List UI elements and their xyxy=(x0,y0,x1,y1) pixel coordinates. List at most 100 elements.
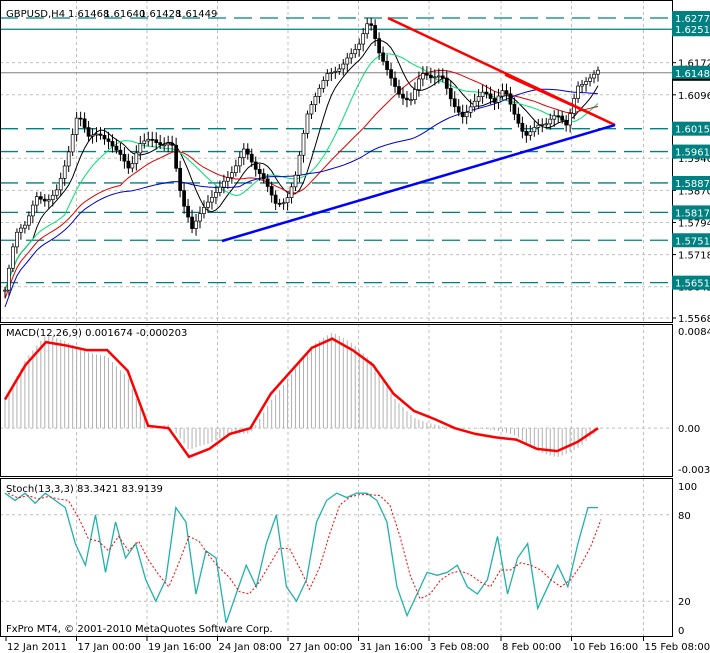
candle-body xyxy=(11,246,15,269)
candle-body xyxy=(82,118,87,128)
candle-body xyxy=(592,73,596,79)
candle-body xyxy=(309,104,314,115)
candle-body xyxy=(94,133,99,136)
candle-body xyxy=(349,53,354,59)
ma-red-line xyxy=(4,69,599,299)
candle-body xyxy=(194,220,198,229)
candle-body xyxy=(190,216,194,229)
candle-body xyxy=(178,167,182,191)
candle-body xyxy=(393,77,397,87)
candle-body xyxy=(281,202,286,205)
candle-body xyxy=(353,49,358,55)
candle-body xyxy=(146,138,151,142)
candle-body xyxy=(405,97,409,101)
chart-header-close: 1.61449 xyxy=(176,9,217,20)
candle-body xyxy=(15,231,19,248)
level-label: 1.57519 xyxy=(675,236,710,247)
candle-body xyxy=(50,194,55,200)
candle-body xyxy=(377,38,381,54)
candle-body xyxy=(305,113,310,134)
candle-body xyxy=(249,153,254,163)
level-label: 1.58178 xyxy=(675,208,710,219)
candle-body xyxy=(385,60,389,70)
candle-body xyxy=(202,207,206,214)
price-label: 1.60960 xyxy=(678,91,710,102)
candle-body xyxy=(70,134,75,153)
candle-body xyxy=(54,189,59,196)
candle-body xyxy=(19,227,23,233)
candle-body xyxy=(520,122,525,132)
time-label: 10 Feb 16:00 xyxy=(573,642,639,653)
candle-body xyxy=(31,204,35,217)
chart-canvas[interactable]: 12 Jan 2011 17 Jan 00:00 19 Jan 16:00 24 Ja… xyxy=(0,0,710,653)
candle-body xyxy=(596,69,600,75)
chart-window[interactable]: 12 Jan 2011 17 Jan 00:00 19 Jan 16:00 24 Ja… xyxy=(0,0,710,653)
candle-body xyxy=(345,57,350,65)
candle-body xyxy=(23,224,27,229)
candle-body xyxy=(496,95,501,103)
macd-signal-line xyxy=(3,337,599,459)
candle-body xyxy=(504,90,509,95)
candle-body xyxy=(548,118,553,125)
candle-body xyxy=(544,123,549,126)
candle-body xyxy=(381,52,385,62)
stoch-axis-label: 0 xyxy=(678,626,684,637)
candle-body xyxy=(218,186,222,193)
candle-body xyxy=(230,172,234,178)
candle-body xyxy=(114,145,119,151)
candle-body xyxy=(484,91,489,95)
price-label: 1.55680 xyxy=(678,314,710,325)
candle-body xyxy=(198,213,202,222)
copyright-text: FxPro MT4, © 2001-2010 MetaQuotes Softwa… xyxy=(6,624,273,635)
candle-body xyxy=(78,117,83,120)
price-label: 1.57180 xyxy=(678,251,710,262)
candle-body xyxy=(413,89,417,100)
price-label: 1.57940 xyxy=(678,218,710,229)
stoch-axis-label: 80 xyxy=(678,511,691,522)
candle-body xyxy=(222,180,226,188)
candle-body xyxy=(142,140,147,144)
time-label: 24 Jan 08:00 xyxy=(219,642,282,653)
candle-body xyxy=(584,81,588,85)
candle-body xyxy=(3,289,7,292)
candle-body xyxy=(560,115,565,121)
time-label: 19 Jan 16:00 xyxy=(148,642,211,653)
candle-body xyxy=(289,186,294,198)
candle-body xyxy=(512,103,517,115)
macd-panel-frame xyxy=(0,324,673,477)
candle-body xyxy=(166,142,171,146)
candle-body xyxy=(476,96,481,102)
candle-body xyxy=(138,143,143,154)
candle-body xyxy=(365,23,370,35)
candle-body xyxy=(241,148,246,158)
candle-body xyxy=(552,115,557,120)
candle-body xyxy=(313,96,318,105)
candle-body xyxy=(532,127,537,133)
ma-blue-line xyxy=(4,88,599,308)
candle-body xyxy=(158,142,163,146)
candle-body xyxy=(277,202,282,205)
candle-body xyxy=(237,157,242,167)
candle-body xyxy=(576,85,580,99)
time-label: 15 Feb 08:00 xyxy=(645,642,710,653)
candle-body xyxy=(425,73,429,76)
candle-body xyxy=(432,76,437,79)
level-label: 1.60159 xyxy=(675,125,710,136)
candle-body xyxy=(508,93,513,105)
candle-body xyxy=(468,106,473,113)
candle-body xyxy=(42,198,47,202)
candle-body xyxy=(66,151,71,167)
chart-header-symbol: GBPUSD,H4 xyxy=(6,9,65,20)
macd-axis-label: 0.00 xyxy=(678,424,700,435)
candle-body xyxy=(261,173,266,180)
candle-body xyxy=(297,154,302,176)
candle-body xyxy=(373,25,377,39)
time-label: 27 Jan 00:00 xyxy=(289,642,352,653)
candle-body xyxy=(588,77,592,82)
macd-title: MACD(12,26,9) 0.001674 -0.000203 xyxy=(6,328,187,339)
candle-body xyxy=(369,23,373,26)
candle-body xyxy=(253,161,258,170)
candle-body xyxy=(34,196,39,206)
candle-body xyxy=(154,139,159,143)
candle-body xyxy=(436,75,441,78)
